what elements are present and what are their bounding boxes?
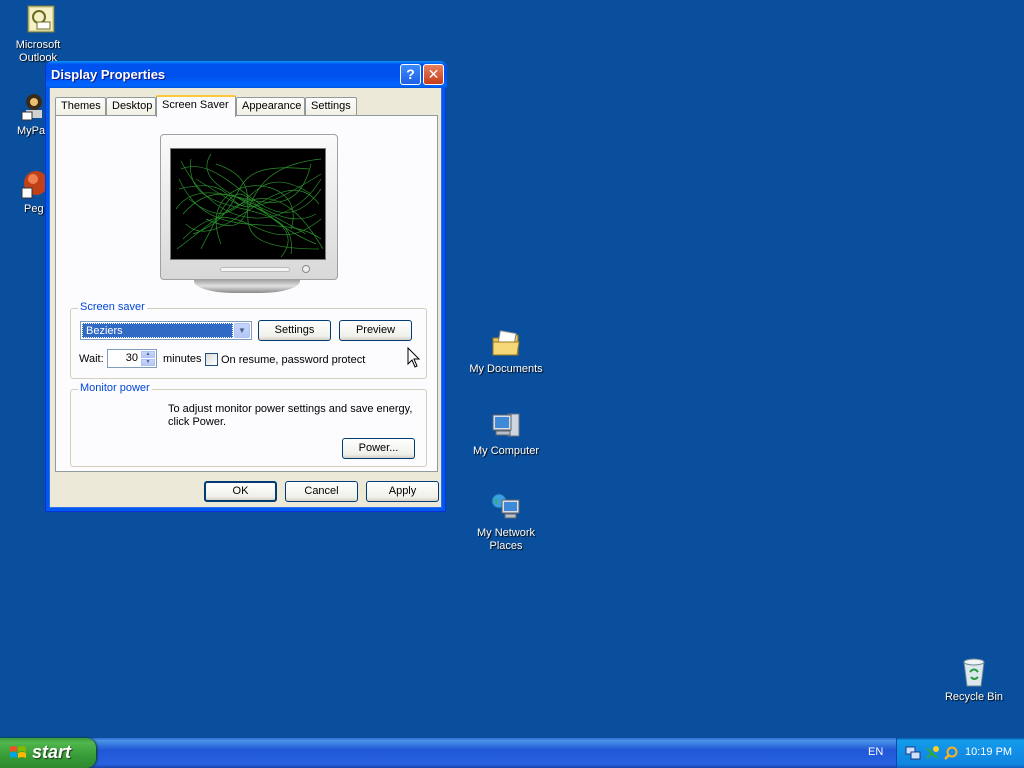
desktop-icon-label: Peg <box>24 203 44 215</box>
language-indicator[interactable]: EN <box>868 746 883 758</box>
desktop-icon-label: My Network Places <box>476 527 536 552</box>
spin-down-icon[interactable]: ▼ <box>141 359 155 366</box>
monitor-bezel <box>160 134 338 280</box>
cancel-button[interactable]: Cancel <box>285 481 358 502</box>
spin-buttons: ▲ ▼ <box>141 351 155 366</box>
tab-label: Screen Saver <box>162 99 229 111</box>
wait-label: Wait: <box>79 353 104 365</box>
start-button[interactable]: start <box>0 738 96 768</box>
screen-saver-selected-value: Beziers <box>82 323 233 338</box>
ok-button[interactable]: OK <box>204 481 277 502</box>
tab-label: Themes <box>61 100 101 112</box>
monitor-button-strip <box>220 267 290 272</box>
tab-label: Desktop <box>112 100 153 112</box>
screen-saver-settings-button[interactable]: Settings <box>258 320 331 341</box>
preview-button[interactable]: Preview <box>339 320 412 341</box>
desktop-icon-recycle-bin[interactable]: Recycle Bin <box>934 656 1014 704</box>
desktop-icon-my-computer[interactable]: My Computer <box>466 410 546 458</box>
computer-icon <box>492 413 520 437</box>
tab-desktop[interactable]: Desktop <box>106 97 156 116</box>
monitor-power-description: To adjust monitor power settings and sav… <box>168 403 413 428</box>
screen-saver-panel: Screen saver Beziers ▼ Settings Preview … <box>55 115 438 472</box>
desktop-icon-label: Recycle Bin <box>944 691 1004 703</box>
desktop-icon-my-network-places[interactable]: My Network Places <box>466 492 546 553</box>
screen-saver-select[interactable]: Beziers ▼ <box>80 321 252 340</box>
search-tray-icon[interactable] <box>943 745 959 761</box>
clock[interactable]: 10:19 PM <box>965 746 1012 758</box>
tab-themes[interactable]: Themes <box>55 97 106 116</box>
tab-label: Settings <box>311 100 351 112</box>
monitor-power-group-label: Monitor power <box>78 382 152 394</box>
desktop-icon-label: My Documents <box>469 363 543 375</box>
wait-minutes-stepper[interactable]: 30 ▲ ▼ <box>107 349 157 368</box>
windows-logo-icon <box>10 746 26 758</box>
wait-minutes-value: 30 <box>125 352 138 364</box>
screen-saver-group-label: Screen saver <box>78 301 147 313</box>
bezier-preview-graphic <box>175 153 324 258</box>
desktop-icon-label: My Computer <box>472 445 540 457</box>
monitor-preview <box>160 134 338 294</box>
display-properties-dialog: Display Properties ? ✕ Themes Desktop Sc… <box>45 61 447 512</box>
monitor-stand <box>194 279 300 293</box>
apply-button[interactable]: Apply <box>366 481 439 502</box>
desktop-icon-outlook[interactable]: Microsoft Outlook <box>0 4 78 65</box>
start-label: start <box>32 742 72 762</box>
tab-label: Appearance <box>242 100 302 112</box>
network-tray-icon[interactable] <box>905 745 921 761</box>
password-protect-checkbox[interactable] <box>205 353 218 366</box>
spin-up-icon[interactable]: ▲ <box>141 351 155 358</box>
desktop-icon-pegasus[interactable]: Peg <box>0 168 50 216</box>
close-button[interactable]: ✕ <box>423 64 444 85</box>
mouse-cursor-icon <box>407 347 421 368</box>
system-tray: 10:19 PM <box>896 738 1024 768</box>
folder-icon <box>492 330 520 356</box>
tab-appearance[interactable]: Appearance <box>236 97 305 116</box>
minutes-label: minutes <box>163 353 202 365</box>
recycle-bin-icon <box>963 658 985 687</box>
safely-remove-tray-icon[interactable] <box>924 745 940 761</box>
taskbar: start EN 10:19 PM <box>0 738 1024 768</box>
network-icon <box>491 493 520 519</box>
chevron-down-icon[interactable]: ▼ <box>234 323 250 338</box>
close-icon: ✕ <box>427 66 440 82</box>
power-led-icon <box>302 265 310 273</box>
title-bar[interactable]: Display Properties ? ✕ <box>46 61 447 88</box>
tab-settings[interactable]: Settings <box>305 97 357 116</box>
help-button[interactable]: ? <box>400 64 421 85</box>
window-title: Display Properties <box>51 67 166 82</box>
monitor-power-group: Monitor power To adjust monitor power se… <box>70 382 427 467</box>
desktop-icon-my-documents[interactable]: My Documents <box>466 328 546 376</box>
power-button[interactable]: Power... <box>342 438 415 459</box>
help-icon: ? <box>406 66 415 82</box>
tab-screen-saver[interactable]: Screen Saver <box>156 95 236 117</box>
password-protect-label[interactable]: On resume, password protect <box>221 354 365 366</box>
screen-saver-group: Screen saver Beziers ▼ Settings Preview … <box>70 301 427 379</box>
outlook-icon <box>27 5 55 33</box>
preview-screen <box>170 148 326 260</box>
